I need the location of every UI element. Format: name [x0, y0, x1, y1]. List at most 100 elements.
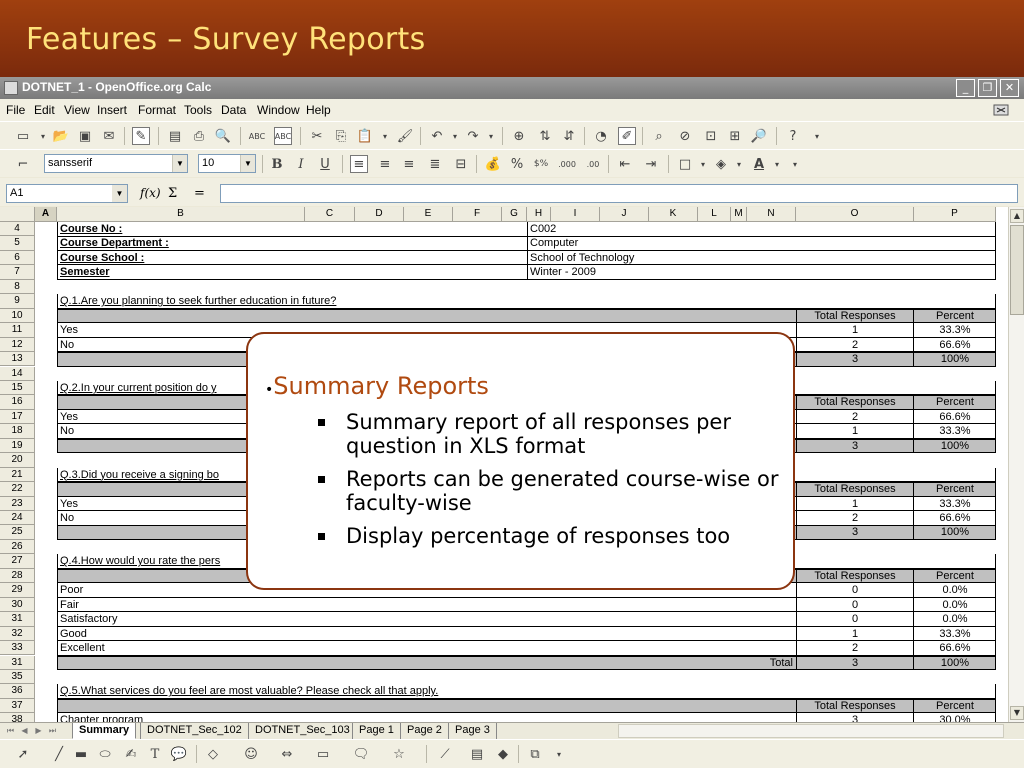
cell-percent[interactable]: 66.6% — [914, 338, 996, 353]
sum-icon[interactable]: Σ — [168, 186, 177, 201]
cell-b[interactable]: Chapter program — [58, 713, 528, 722]
paste-icon[interactable]: 📋 — [356, 127, 374, 145]
scroll-up-icon[interactable]: ▲ — [1010, 209, 1024, 223]
menu-insert[interactable]: Insert — [97, 103, 127, 117]
menu-file[interactable]: File — [6, 103, 25, 117]
chevron-down-icon[interactable]: ▾ — [446, 127, 464, 145]
row-header[interactable]: 18 — [0, 424, 35, 439]
cell-total-responses[interactable]: 3 — [796, 713, 914, 722]
add-decimal-icon[interactable]: .000 — [558, 155, 576, 173]
cell-percent[interactable]: Percent — [914, 309, 996, 324]
column-header[interactable]: O — [796, 207, 914, 222]
zoom-icon[interactable]: 🔎 — [750, 127, 768, 145]
increase-indent-icon[interactable]: ⇥ — [642, 155, 660, 173]
email-icon[interactable]: ✉ — [100, 127, 118, 145]
restore-button[interactable]: ❐ — [978, 79, 997, 97]
cell-b[interactable]: Course School : — [58, 251, 528, 266]
hyperlink-icon[interactable]: ⊕ — [510, 127, 528, 145]
underline-icon[interactable]: U — [316, 155, 334, 173]
flowchart-icon[interactable]: ▭ — [314, 745, 332, 763]
sort-ascending-icon[interactable]: ⇅ — [536, 127, 554, 145]
from-file-icon[interactable]: ▤ — [468, 745, 486, 763]
cell-b[interactable]: Course Department : — [58, 236, 528, 251]
basic-shapes-icon[interactable]: ◇ — [204, 745, 222, 763]
data-sources-icon[interactable]: ⊞ — [726, 127, 744, 145]
cell-total-responses[interactable]: 0 — [796, 597, 914, 613]
scroll-down-icon[interactable]: ▼ — [1010, 706, 1024, 720]
chevron-down-icon[interactable]: ▾ — [730, 155, 748, 173]
borders-icon[interactable]: □ — [676, 155, 694, 173]
formula-input[interactable] — [220, 184, 1018, 203]
cell-percent[interactable]: 33.3% — [914, 323, 996, 338]
row-header[interactable]: 17 — [0, 409, 35, 425]
cell-b[interactable]: Good — [58, 627, 528, 642]
row-header[interactable]: 36 — [0, 684, 35, 699]
italic-icon[interactable]: I — [292, 155, 310, 173]
cell-percent[interactable]: 33.3% — [914, 497, 996, 512]
menu-window[interactable]: Window — [257, 103, 300, 117]
font-color-icon[interactable]: A — [750, 155, 768, 173]
ellipse-icon[interactable]: ⬭ — [96, 745, 114, 763]
column-header[interactable]: B — [57, 207, 305, 222]
new-document-icon[interactable]: ▭ — [14, 127, 32, 145]
first-sheet-icon[interactable]: ⏮ — [4, 725, 17, 737]
row-header[interactable]: 25 — [0, 525, 35, 540]
cell-total-responses[interactable]: 1 — [796, 323, 914, 338]
chart-icon[interactable]: ◔ — [592, 127, 610, 145]
minimize-button[interactable]: _ — [956, 79, 975, 97]
cell-total-label[interactable]: Total — [697, 656, 795, 671]
edit-file-icon[interactable]: ✎ — [132, 127, 150, 145]
delete-decimal-icon[interactable]: .00 — [584, 155, 602, 173]
cell-b[interactable]: Q.1.Are you planning to seek further edu… — [58, 294, 528, 309]
last-sheet-icon[interactable]: ⏭ — [46, 725, 59, 737]
cell-percent[interactable]: 100% — [914, 656, 996, 671]
toolbar-overflow-icon[interactable]: ▾ — [786, 155, 804, 173]
cell-b[interactable]: Excellent — [58, 641, 528, 656]
cell-total-responses[interactable]: 1 — [796, 626, 914, 642]
column-header[interactable]: M — [731, 207, 747, 222]
chevron-down-icon[interactable]: ▾ — [34, 127, 52, 145]
gallery-icon[interactable]: ⊡ — [702, 127, 720, 145]
bold-icon[interactable]: B — [268, 155, 286, 173]
undo-icon[interactable]: ↶ — [428, 127, 446, 145]
sort-descending-icon[interactable]: ⇵ — [560, 127, 578, 145]
cell-percent[interactable]: Percent — [914, 482, 996, 497]
justify-icon[interactable]: ≣ — [426, 155, 444, 173]
cell-h[interactable]: Computer — [527, 236, 996, 251]
chevron-down-icon[interactable]: ▾ — [482, 127, 500, 145]
cell-percent[interactable]: 33.3% — [914, 424, 996, 439]
copy-icon[interactable]: ⎘ — [332, 127, 350, 145]
prev-sheet-icon[interactable]: ◀ — [18, 725, 31, 737]
menu-tools[interactable]: Tools — [184, 103, 212, 117]
cell-total-responses[interactable]: 0 — [796, 612, 914, 627]
cell-percent[interactable]: 33.3% — [914, 627, 996, 642]
print-icon[interactable]: ⎙ — [190, 127, 208, 145]
row-header[interactable]: 6 — [0, 250, 35, 266]
tab-dotnet-sec-103[interactable]: DOTNET_Sec_103 — [248, 723, 357, 739]
percent-icon[interactable]: % — [508, 155, 526, 173]
font-name-select[interactable]: sansserif ▼ — [44, 154, 188, 173]
scroll-thumb[interactable] — [1010, 225, 1024, 315]
column-header[interactable]: E — [404, 207, 453, 222]
row-header[interactable]: 15 — [0, 380, 35, 396]
cell-percent[interactable]: Percent — [914, 699, 996, 714]
column-header[interactable]: K — [649, 207, 698, 222]
row-header[interactable]: 4 — [0, 222, 35, 237]
row-header[interactable]: 14 — [0, 366, 35, 381]
row-header[interactable]: 26 — [0, 539, 35, 555]
row-header[interactable]: 9 — [0, 294, 35, 309]
callouts-icon[interactable]: 🗨 — [352, 745, 370, 763]
cell-total-responses[interactable]: Total Responses — [796, 698, 914, 714]
cell-percent[interactable]: 66.6% — [914, 410, 996, 425]
currency-icon[interactable]: 💰 — [484, 155, 502, 173]
fontwork-icon[interactable]: ◆ — [494, 745, 512, 763]
column-header[interactable]: F — [453, 207, 502, 222]
styles-icon[interactable]: ⌐ — [14, 155, 32, 173]
tab-page-3[interactable]: Page 3 — [448, 723, 497, 739]
vertical-scrollbar[interactable]: ▲ ▼ — [1008, 207, 1024, 722]
row-header[interactable]: 10 — [0, 308, 35, 324]
column-header[interactable]: N — [747, 207, 796, 222]
row-header[interactable]: 12 — [0, 337, 35, 353]
cell-percent[interactable]: 100% — [914, 352, 996, 367]
cell-total-responses[interactable]: Total Responses — [796, 395, 914, 410]
